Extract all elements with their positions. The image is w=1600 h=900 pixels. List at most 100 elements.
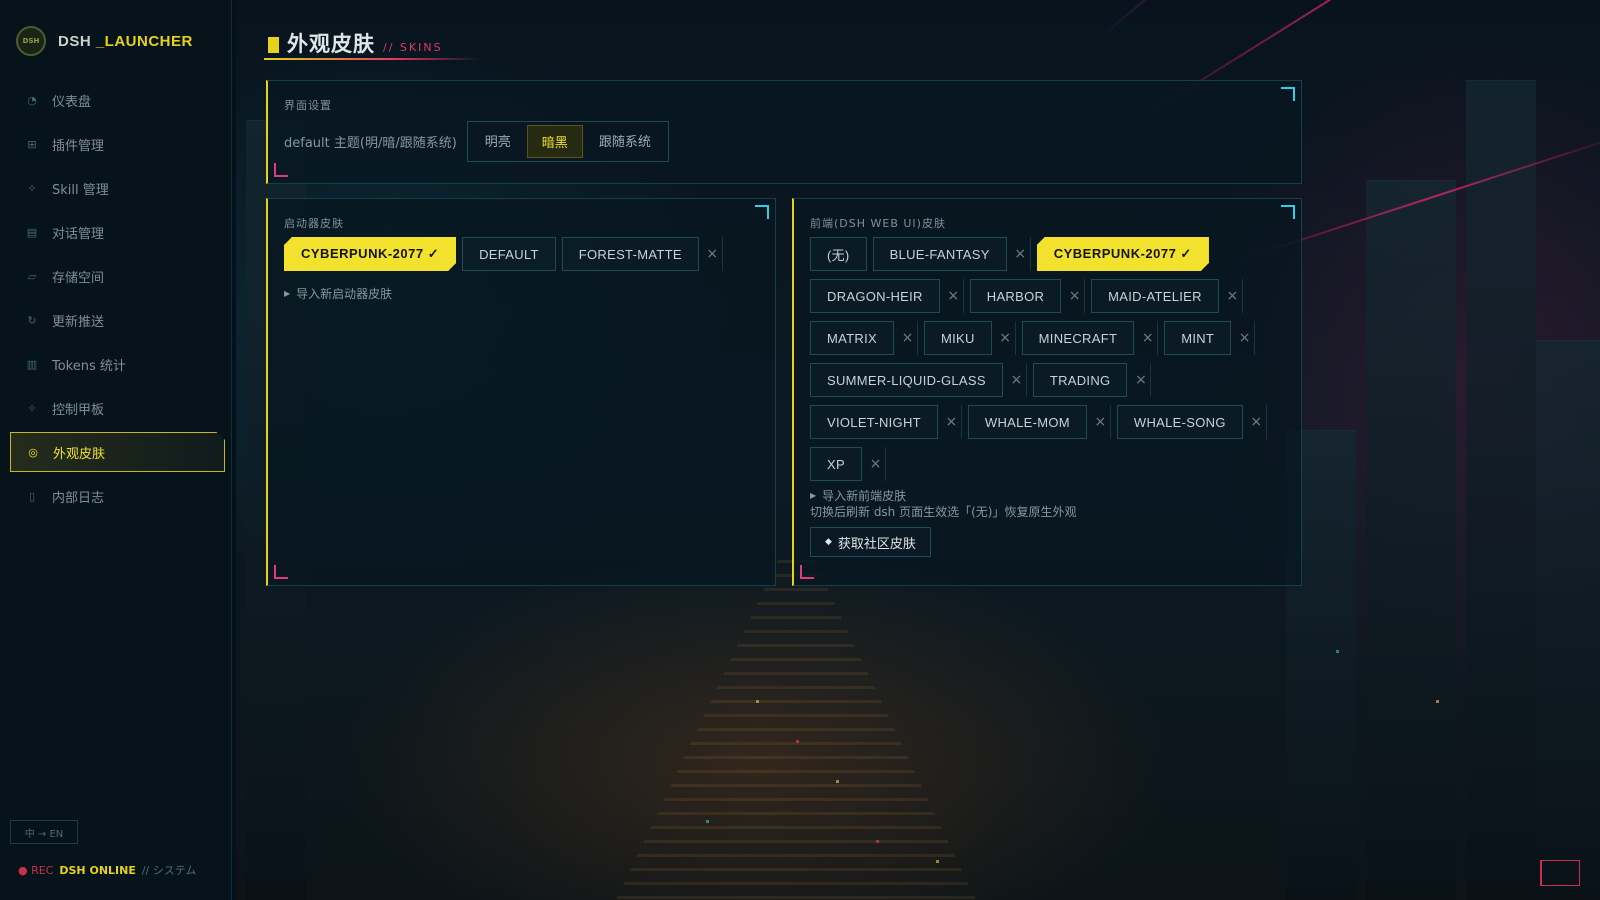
chat-icon: ▤ <box>26 225 38 239</box>
skin-chip-violet-night[interactable]: VIOLET-NIGHT <box>810 405 938 439</box>
sidebar-item-label: 对话管理 <box>52 226 105 242</box>
skin-chip-whale-mom[interactable]: WHALE-MOM <box>967 405 1087 439</box>
skin-chip-dragon-heir[interactable]: DRAGON-HEIR <box>810 279 940 313</box>
skin-chip-minecraft[interactable]: MINECRAFT <box>1021 321 1135 355</box>
bar-chart-icon: ▥ <box>26 357 38 371</box>
corner-decoration <box>274 163 288 177</box>
skin-chip-matrix[interactable]: MATRIX <box>810 321 894 355</box>
sidebar-item-4[interactable]: ▱ 存储空间 <box>10 256 225 296</box>
skin-chip-trading[interactable]: TRADING <box>1032 363 1128 397</box>
sidebar-item-8[interactable]: ◎ 外观皮肤 <box>10 432 225 472</box>
remove-skin-close-icon[interactable]: × <box>898 321 918 355</box>
skin-item: HARBOR × <box>969 279 1086 313</box>
sidebar-item-9[interactable]: ▯ 内部日志 <box>10 476 225 516</box>
skin-chip-blue-fantasy[interactable]: BLUE-FANTASY <box>872 237 1007 271</box>
remove-skin-close-icon[interactable]: × <box>866 447 886 481</box>
sidebar-item-0[interactable]: ◔ 仪表盘 <box>10 80 225 120</box>
sidebar-item-label: 插件管理 <box>52 138 105 154</box>
web-skin-list: (无) BLUE-FANTASY × CYBERPUNK-2077 ✓ DRAGON-H… <box>810 237 1290 481</box>
corner-decoration <box>274 565 288 579</box>
skin-chip-miku[interactable]: MIKU <box>923 321 992 355</box>
control-icon: ✧ <box>27 401 37 415</box>
corner-decoration <box>1281 205 1295 219</box>
skin-chip-default[interactable]: DEFAULT <box>462 237 556 271</box>
theme-mode-segmented-control: 明亮 暗黑 跟随系统 <box>466 121 669 162</box>
sidebar-item-5[interactable]: ↻ 更新推送 <box>10 300 225 340</box>
sidebar-item-6[interactable]: ▥ Tokens 统计 <box>10 344 225 384</box>
launcher-skin-list: CYBERPUNK-2077 ✓ DEFAULT FOREST-MATTE × <box>284 237 764 271</box>
skin-chip-mint[interactable]: MINT <box>1164 321 1232 355</box>
import-web-skin-toggle[interactable]: ▶ 导入新前端皮肤 <box>810 487 906 504</box>
theme-mode-label: default 主题(明/暗/跟随系统) <box>284 136 457 151</box>
remove-skin-close-icon[interactable]: × <box>1138 321 1159 355</box>
skin-chip-xp[interactable]: XP <box>810 447 862 481</box>
sidebar-item-label: 内部日志 <box>52 490 105 506</box>
skin-switch-note: 切换后刷新 dsh 页面生效选「(无)」恢复原生外观 <box>810 505 1077 519</box>
skin-chip-whale-song[interactable]: WHALE-SONG <box>1116 405 1243 439</box>
skin-item: MIKU × <box>923 321 1016 355</box>
remove-skin-close-icon[interactable]: × <box>703 237 723 271</box>
theme-option-0[interactable]: 明亮 <box>471 125 525 158</box>
remove-skin-close-icon[interactable]: × <box>1011 237 1031 271</box>
corner-frame-decoration <box>1540 860 1580 886</box>
expand-triangle-icon: ▶ <box>810 491 817 500</box>
sidebar-item-3[interactable]: ▤ 对话管理 <box>10 212 225 252</box>
corner-decoration <box>800 565 814 579</box>
skin-item: CYBERPUNK-2077 ✓ <box>284 237 456 271</box>
sidebar-item-label: 仪表盘 <box>52 94 92 110</box>
remove-skin-close-icon[interactable]: × <box>944 279 964 313</box>
language-toggle-button[interactable]: 中 → EN <box>10 820 78 844</box>
refresh-icon: ↻ <box>27 313 37 327</box>
remove-skin-close-icon[interactable]: × <box>1007 363 1027 397</box>
sidebar-item-label: 控制甲板 <box>52 402 105 418</box>
page-subtitle: // SKINS <box>383 41 443 54</box>
remove-skin-close-icon[interactable]: × <box>1091 405 1111 439</box>
skin-chip-harbor[interactable]: HARBOR <box>969 279 1062 313</box>
remove-skin-close-icon[interactable]: × <box>1235 321 1256 355</box>
theme-option-2[interactable]: 跟随系统 <box>585 125 665 158</box>
remove-skin-close-icon[interactable]: × <box>1065 279 1086 313</box>
online-status: DSH ONLINE <box>59 863 136 877</box>
remove-skin-close-icon[interactable]: × <box>1223 279 1243 313</box>
status-bar: ● REC DSH ONLINE // システム <box>18 862 196 878</box>
sidebar-item-label: Skill 管理 <box>52 182 109 198</box>
skin-chip-summer-liquid-glass[interactable]: SUMMER-LIQUID-GLASS <box>810 363 1003 397</box>
panel-label: 前端(DSH WEB UI)皮肤 <box>810 217 946 230</box>
web-ui-skins-panel: 前端(DSH WEB UI)皮肤 (无) BLUE-FANTASY × CYBERPU… <box>792 198 1302 586</box>
remove-skin-close-icon[interactable]: × <box>996 321 1016 355</box>
page-header: 外观皮肤 // SKINS <box>268 28 443 58</box>
brand-name: DSH _LAUNCHER <box>58 32 193 50</box>
sidebar-item-2[interactable]: ✧ Skill 管理 <box>10 168 225 208</box>
skin-item: WHALE-SONG × <box>1116 405 1267 439</box>
skin-item: FOREST-MATTE × <box>561 237 723 271</box>
sidebar-item-7[interactable]: ✧ 控制甲板 <box>10 388 225 428</box>
remove-skin-close-icon[interactable]: × <box>942 405 962 439</box>
panel-label: 界面设置 <box>284 99 332 112</box>
sidebar-item-label: Tokens 统计 <box>52 358 126 374</box>
skin-chip-forest-matte[interactable]: FOREST-MATTE <box>561 237 699 271</box>
rec-indicator: ● REC <box>18 863 54 877</box>
sidebar-nav: ◔ 仪表盘 ⊞ 插件管理 ✧ Skill 管理 ▤ 对话管理 ▱ 存储空间 ↻ 更新推送 ▥ Tokens… <box>10 80 225 520</box>
skin-chip-maid-atelier[interactable]: MAID-ATELIER <box>1091 279 1219 313</box>
skin-item: DRAGON-HEIR × <box>810 279 964 313</box>
import-launcher-skin-toggle[interactable]: ▶ 导入新启动器皮肤 <box>284 285 392 302</box>
sidebar-item-label: 存储空间 <box>52 270 105 286</box>
get-community-skins-button[interactable]: ◆ 获取社区皮肤 <box>810 527 931 557</box>
skin-chip-none[interactable]: (无) <box>810 237 867 271</box>
skin-chip-cyberpunk-2077[interactable]: CYBERPUNK-2077 ✓ <box>284 237 456 271</box>
skin-item: WHALE-MOM × <box>967 405 1111 439</box>
remove-skin-close-icon[interactable]: × <box>1247 405 1267 439</box>
theme-option-1[interactable]: 暗黑 <box>526 125 583 158</box>
header-underline <box>264 58 480 60</box>
skin-item: BLUE-FANTASY × <box>872 237 1031 271</box>
sidebar-item-1[interactable]: ⊞ 插件管理 <box>10 124 225 164</box>
skin-chip-cyberpunk-2077[interactable]: CYBERPUNK-2077 ✓ <box>1037 237 1209 271</box>
system-label: // システム <box>141 864 197 877</box>
log-icon: ▯ <box>28 489 36 503</box>
brand-logo-icon: DSH <box>16 26 46 56</box>
remove-skin-close-icon[interactable]: × <box>1131 363 1152 397</box>
skin-item: MATRIX × <box>810 321 918 355</box>
skin-item: SUMMER-LIQUID-GLASS × <box>810 363 1027 397</box>
brand: DSH DSH _LAUNCHER <box>16 24 193 58</box>
corner-decoration <box>1281 87 1295 101</box>
